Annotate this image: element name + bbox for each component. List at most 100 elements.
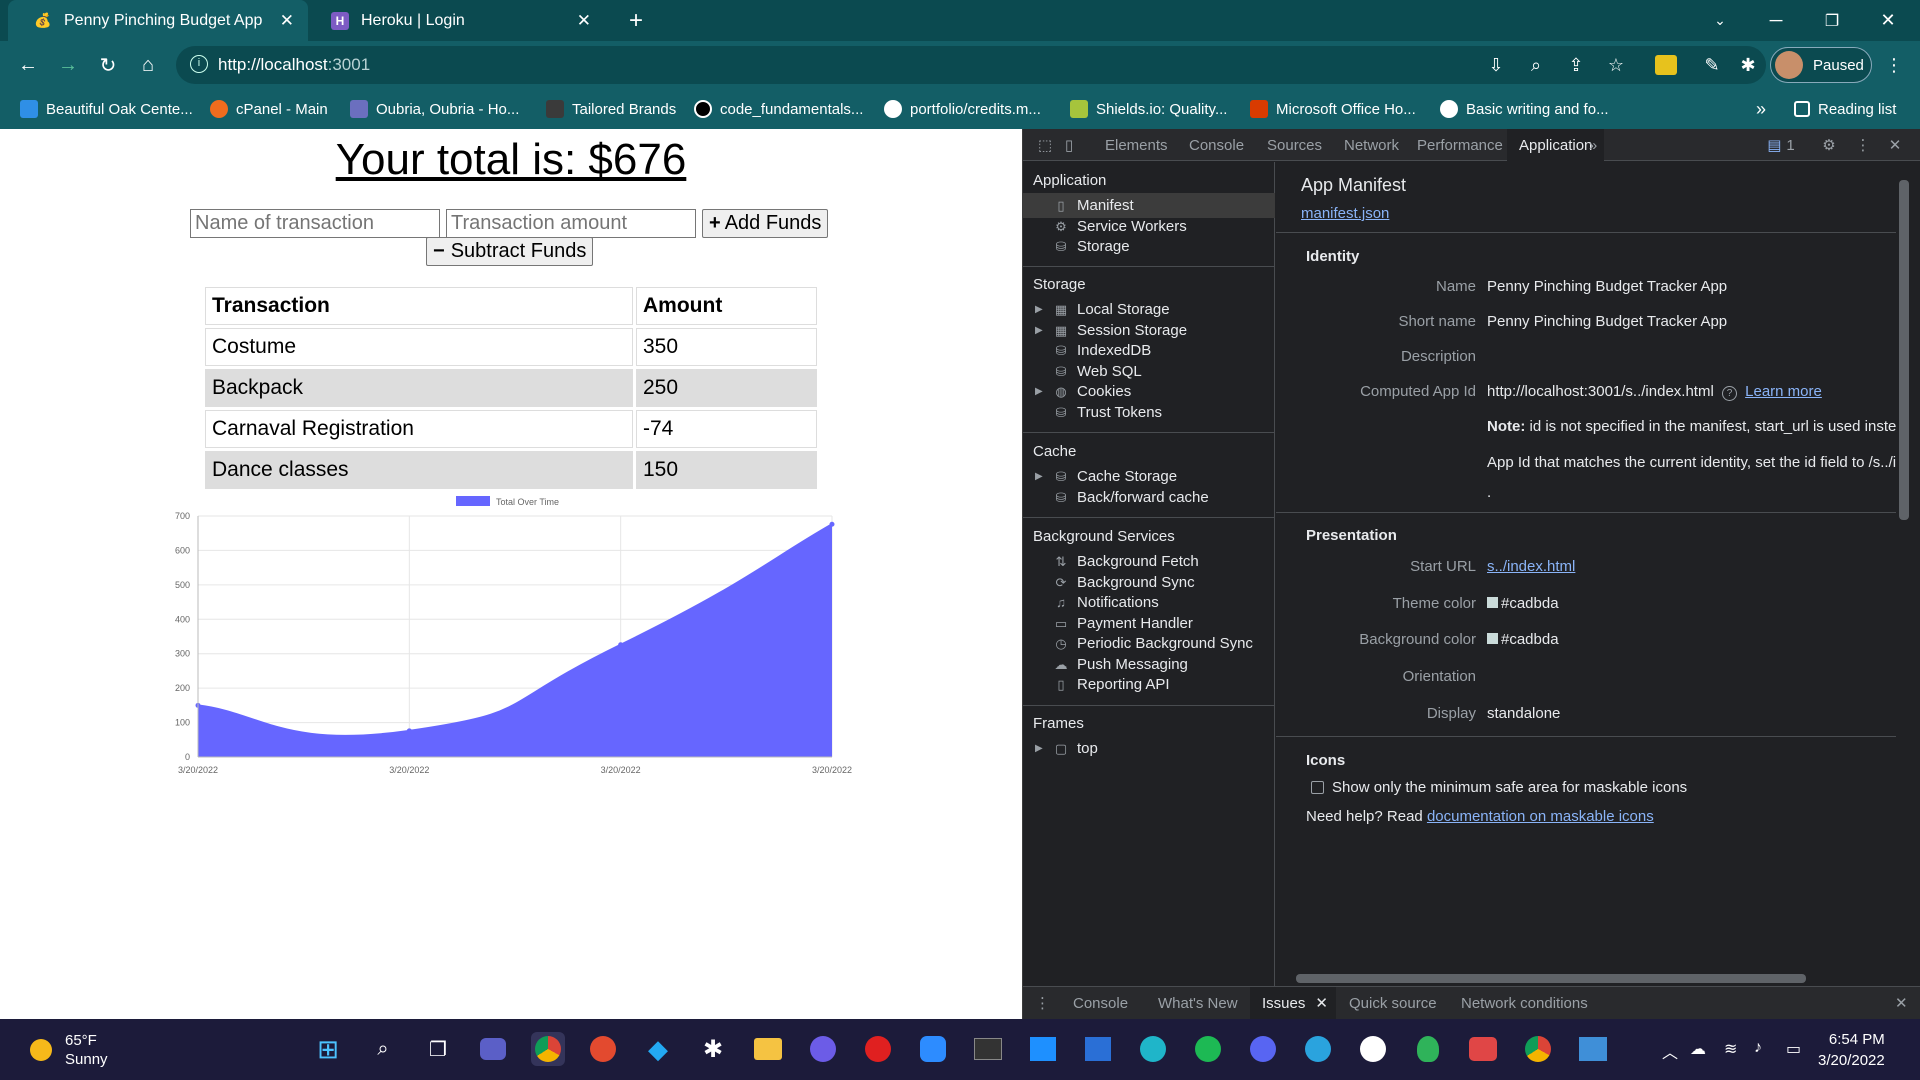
teams-chat-icon[interactable] [476, 1032, 510, 1066]
bookmark-item[interactable]: Basic writing and fo... [1440, 89, 1609, 129]
tab-heroku[interactable]: H Heroku | Login ✕ [305, 0, 605, 41]
close-tab-icon[interactable]: ✕ [280, 11, 294, 31]
app-icon[interactable] [1356, 1032, 1390, 1066]
app-icon[interactable] [1466, 1032, 1500, 1066]
transaction-name-input[interactable] [190, 209, 440, 238]
edge-icon[interactable] [1136, 1032, 1170, 1066]
bookmark-star-icon[interactable]: ☆ [1602, 51, 1630, 79]
sidebar-item-storage[interactable]: ⛁ Storage [1023, 234, 1275, 259]
close-drawer-tab-icon[interactable]: ✕ [1315, 994, 1328, 1012]
bookmark-item[interactable]: Beautiful Oak Cente... [20, 89, 193, 129]
drawer-menu-icon[interactable]: ⋮ [1035, 987, 1050, 1019]
tab-performance[interactable]: Performance [1407, 129, 1513, 161]
minimize-icon[interactable]: ─ [1748, 0, 1804, 41]
puzzle-extensions-icon[interactable]: ✱ [1734, 51, 1762, 79]
wifi-icon[interactable]: ≋ [1724, 1039, 1737, 1059]
drawer-tab-quick-source[interactable]: Quick source [1339, 987, 1447, 1019]
install-icon[interactable]: ⇩ [1482, 51, 1510, 79]
app-icon[interactable] [1411, 1032, 1445, 1066]
more-tabs-icon[interactable]: » [1583, 135, 1603, 155]
tab-penny-pinching[interactable]: 💰 Penny Pinching Budget App ✕ [8, 0, 308, 41]
discord-icon[interactable] [1246, 1032, 1280, 1066]
zoom-icon[interactable] [916, 1032, 950, 1066]
show-hidden-icons[interactable]: ︿ [1662, 1039, 1678, 1063]
start-url-link[interactable]: s../index.html [1487, 558, 1575, 575]
pen-extension-icon[interactable]: ✎ [1698, 51, 1726, 79]
home-icon[interactable]: ⌂ [134, 51, 162, 79]
add-funds-button[interactable]: + Add Funds [702, 209, 829, 238]
chrome-icon[interactable] [1521, 1032, 1555, 1066]
tab-elements[interactable]: Elements [1095, 129, 1178, 161]
slack-icon[interactable]: ✱ [696, 1032, 730, 1066]
app-icon[interactable] [1576, 1032, 1610, 1066]
tab-search-icon[interactable]: ⌄ [1692, 0, 1748, 41]
volume-icon[interactable]: ♪ [1754, 1039, 1762, 1057]
onedrive-icon[interactable]: ☁ [1690, 1039, 1706, 1059]
drawer-tab-network-conditions[interactable]: Network conditions [1451, 987, 1598, 1019]
address-bar[interactable]: i http://localhost:3001 ⇩ ⌕ ⇪ ☆ [176, 46, 1766, 84]
vscode-icon[interactable]: ◆ [641, 1032, 675, 1066]
bookmark-item[interactable]: Microsoft Office Ho... [1250, 89, 1416, 129]
app-icon[interactable] [1026, 1032, 1060, 1066]
file-explorer-icon[interactable] [751, 1032, 785, 1066]
menu-kebab-icon[interactable]: ⋮ [1880, 51, 1908, 79]
app-icon[interactable] [806, 1032, 840, 1066]
transaction-amount-input[interactable] [446, 209, 696, 238]
maximize-icon[interactable]: ❐ [1804, 0, 1860, 41]
weather-widget[interactable]: 65°F Sunny [65, 1031, 108, 1069]
search-icon[interactable]: ⌕ [366, 1032, 400, 1066]
system-clock[interactable]: 6:54 PM 3/20/2022 [1818, 1029, 1885, 1071]
device-toolbar-icon[interactable]: ▯ [1059, 135, 1079, 155]
reading-list-button[interactable]: Reading list [1794, 89, 1896, 129]
tab-console[interactable]: Console [1179, 129, 1254, 161]
close-window-icon[interactable]: ✕ [1860, 0, 1916, 41]
inspect-element-icon[interactable]: ⬚ [1035, 135, 1055, 155]
issues-badge[interactable]: ▤ 1 [1759, 135, 1803, 155]
start-icon[interactable]: ⊞ [311, 1032, 345, 1066]
app-icon[interactable] [1081, 1032, 1115, 1066]
close-drawer-icon[interactable]: ✕ [1895, 987, 1908, 1019]
manifest-json-link[interactable]: manifest.json [1301, 205, 1389, 222]
sidebar-item-reporting-api[interactable]: ▯ Reporting API [1023, 672, 1275, 697]
reload-icon[interactable]: ↻ [94, 51, 122, 79]
bookmark-item[interactable]: portfolio/credits.m... [884, 89, 1041, 129]
terminal-icon[interactable] [971, 1032, 1005, 1066]
vertical-scrollbar[interactable] [1896, 162, 1912, 986]
task-view-icon[interactable]: ❐ [421, 1032, 455, 1066]
drawer-tab-whats-new[interactable]: What's New [1148, 987, 1248, 1019]
close-tab-icon[interactable]: ✕ [577, 11, 591, 31]
maskable-checkbox[interactable] [1311, 781, 1324, 794]
learn-more-link[interactable]: Learn more [1745, 383, 1822, 400]
bookmark-item[interactable]: Shields.io: Quality... [1070, 89, 1227, 129]
youtube-music-icon[interactable] [861, 1032, 895, 1066]
drawer-tab-issues[interactable]: Issues ✕ [1250, 987, 1336, 1019]
chrome-icon[interactable] [531, 1032, 565, 1066]
bookmark-item[interactable]: cPanel - Main [210, 89, 328, 129]
maskable-docs-link[interactable]: documentation on maskable icons [1427, 808, 1654, 825]
tab-sources[interactable]: Sources [1257, 129, 1332, 161]
forward-icon[interactable]: → [54, 51, 82, 79]
bookmark-item[interactable]: code_fundamentals... [694, 89, 863, 129]
drawer-tab-console[interactable]: Console [1063, 987, 1138, 1019]
subtract-funds-button[interactable]: − Subtract Funds [426, 237, 594, 266]
sidebar-item-back-forward-cache[interactable]: ⛁ Back/forward cache [1023, 485, 1275, 510]
bookmark-item[interactable]: Oubria, Oubria - Ho... [350, 89, 519, 129]
more-bookmarks-button[interactable]: » [1756, 89, 1766, 129]
spotify-icon[interactable] [1191, 1032, 1225, 1066]
settings-gear-icon[interactable]: ⚙ [1819, 135, 1839, 155]
devtools-menu-icon[interactable]: ⋮ [1853, 135, 1873, 155]
back-icon[interactable]: ← [14, 51, 42, 79]
maskable-checkbox-row[interactable]: Show only the minimum safe area for mask… [1311, 779, 1687, 796]
site-info-icon[interactable]: i [190, 55, 208, 73]
app-icon[interactable] [586, 1032, 620, 1066]
help-circle-icon[interactable]: ? [1721, 386, 1737, 401]
close-devtools-icon[interactable]: ✕ [1885, 135, 1905, 155]
share-icon[interactable]: ⇪ [1562, 51, 1590, 79]
zoom-icon[interactable]: ⌕ [1522, 51, 1550, 79]
battery-icon[interactable]: ▭ [1786, 1039, 1801, 1059]
sidebar-item-trust-tokens[interactable]: ⛁ Trust Tokens [1023, 400, 1275, 425]
telegram-icon[interactable] [1301, 1032, 1335, 1066]
new-tab-button[interactable]: + [620, 0, 652, 41]
horizontal-scrollbar[interactable] [1276, 970, 1896, 986]
extension-icon[interactable] [1652, 51, 1680, 79]
